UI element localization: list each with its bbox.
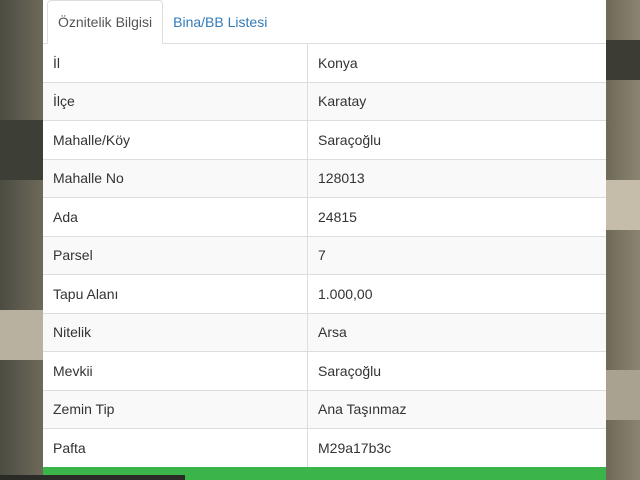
attribute-key: Parsel	[43, 235, 308, 275]
attribute-table: İl Konya İlçe Karatay Mahalle/Köy Saraço…	[43, 44, 606, 467]
table-row: İl Konya	[43, 44, 606, 82]
attribute-value: M29a17b3c	[307, 428, 606, 467]
attribute-value: Arsa	[307, 312, 606, 352]
attribute-value: Ana Taşınmaz	[307, 389, 606, 429]
attribute-key: Tapu Alanı	[43, 274, 308, 313]
attribute-value: 7	[307, 235, 606, 275]
table-row: Tapu Alanı 1.000,00	[43, 274, 606, 313]
tab-bina-bb-listesi[interactable]: Bina/BB Listesi	[163, 0, 277, 43]
tab-oznitelik-bilgisi[interactable]: Öznitelik Bilgisi	[47, 0, 164, 44]
table-row: Pafta M29a17b3c	[43, 428, 606, 467]
attribute-key: Mahalle No	[43, 158, 308, 198]
attribute-key: Pafta	[43, 428, 308, 467]
table-row: İlçe Karatay	[43, 81, 606, 121]
attribute-key: İl	[43, 44, 308, 82]
attribute-value: 1.000,00	[307, 274, 606, 313]
attribute-key: Mahalle/Köy	[43, 120, 308, 159]
map-footer-strip	[0, 475, 185, 480]
table-row: Ada 24815	[43, 197, 606, 236]
attribute-key: Mevkii	[43, 351, 308, 390]
table-row: Parsel 7	[43, 235, 606, 275]
attribute-key: Nitelik	[43, 312, 308, 352]
attribute-key: Zemin Tip	[43, 389, 308, 429]
attribute-value: Konya	[318, 54, 358, 71]
table-row: Mahalle No 128013	[43, 158, 606, 198]
table-row: Zemin Tip Ana Taşınmaz	[43, 389, 606, 429]
attribute-key: İlçe	[43, 81, 308, 121]
attribute-value: 24815	[307, 197, 606, 236]
tab-bar: Öznitelik Bilgisi Bina/BB Listesi	[43, 0, 606, 44]
attribute-value: Saraçoğlu	[307, 351, 606, 390]
table-row: Mahalle/Köy Saraçoğlu	[43, 120, 606, 159]
table-row: Mevkii Saraçoğlu	[43, 351, 606, 390]
table-row: Nitelik Arsa	[43, 312, 606, 352]
attribute-value: Saraçoğlu	[307, 120, 606, 159]
attribute-key: Ada	[43, 197, 308, 236]
attribute-value: 128013	[307, 158, 606, 198]
attribute-value: Karatay	[307, 81, 606, 121]
parcel-info-panel: Öznitelik Bilgisi Bina/BB Listesi İl Kon…	[43, 0, 606, 480]
